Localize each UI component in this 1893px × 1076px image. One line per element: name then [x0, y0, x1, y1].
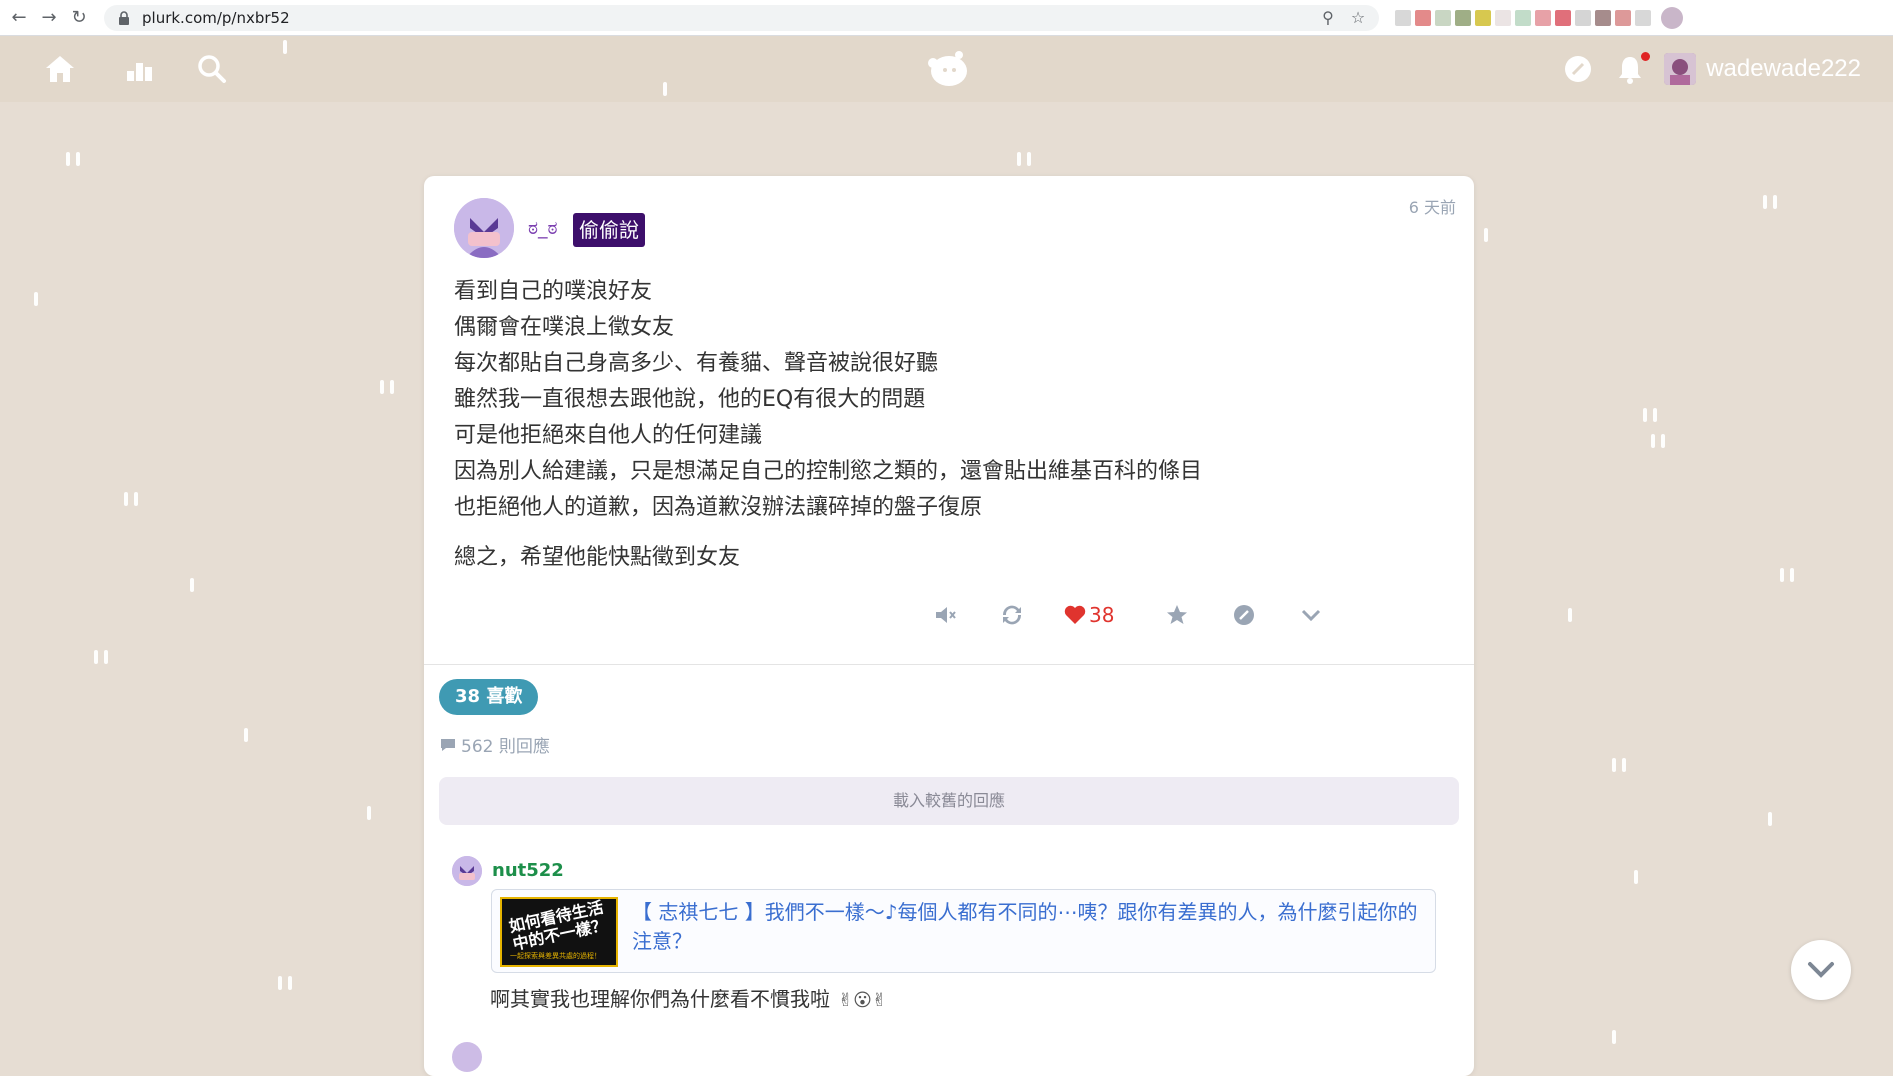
extension-icon[interactable]	[1395, 9, 1411, 26]
post-timestamp: 6 天前	[1408, 198, 1456, 217]
emoticon-icon: ✌😮✌	[838, 990, 887, 1011]
post-line: 每次都貼自己身高多少、有養貓、聲音被說很好聽	[454, 351, 939, 376]
mute-icon[interactable]	[933, 600, 957, 630]
extension-icon[interactable]	[1455, 9, 1471, 26]
post-line: 也拒絕他人的道歉，因為道歉沒辦法讓碎掉的盤子復原	[454, 495, 983, 520]
link-icon[interactable]	[1560, 51, 1596, 87]
post-line: 因為別人給建議，只是想滿足自己的控制慾之類的，還會貼出維基百科的條目	[454, 459, 1203, 484]
post-line: 看到自己的噗浪好友	[454, 279, 653, 304]
address-bar[interactable]: plurk.com/p/nxbr52 ⚲ ☆	[104, 4, 1379, 31]
comment-icon	[441, 738, 455, 751]
response-avatar[interactable]	[452, 856, 482, 886]
bookmark-star-icon[interactable]: ☆	[1349, 8, 1367, 27]
back-icon[interactable]: ←	[8, 7, 30, 29]
response-text: 啊其實我也理解你們為什麼看不慣我啦 ✌😮✌	[490, 983, 887, 1012]
notification-dot	[1641, 52, 1650, 61]
thumbnail-title: 如何看待生活中的不一樣？	[507, 897, 609, 954]
extensions-area	[1395, 9, 1651, 26]
user-avatar	[1664, 53, 1697, 85]
load-older-button[interactable]: 載入較舊的回應	[439, 777, 1459, 825]
home-icon[interactable]	[42, 51, 78, 87]
link-preview-card[interactable]: 如何看待生活中的不一樣？ 一起探索與差異共處的過程！ 【 志祺七七 】我們不一樣…	[491, 889, 1436, 973]
post-avatar[interactable]	[454, 198, 514, 258]
post-line: 可是他拒絕來自他人的任何建議	[454, 423, 763, 448]
extension-icon[interactable]	[1475, 9, 1491, 26]
extension-icon[interactable]	[1635, 9, 1651, 26]
post-line: 偶爾會在噗浪上徵女友	[454, 315, 675, 340]
extension-icon[interactable]	[1435, 9, 1451, 26]
extension-icon[interactable]	[1415, 9, 1431, 26]
heart-icon	[1064, 605, 1086, 624]
user-menu[interactable]: wadewade222	[1664, 51, 1861, 87]
star-icon[interactable]	[1165, 600, 1189, 630]
thumbnail-subtitle: 一起探索與差異共處的過程！	[510, 952, 601, 960]
link-title[interactable]: 【 志祺七七 】我們不一樣～♪每個人都有不同的⋯咦？跟你有差異的人，為什麼引起你…	[632, 898, 1422, 956]
profile-avatar[interactable]	[1661, 6, 1683, 29]
post-content: 看到自己的噗浪好友 偶爾會在噗浪上徵女友 每次都貼自己身高多少、有養貓、聲音被說…	[454, 274, 1414, 576]
response-text-body: 啊其實我也理解你們為什麼看不慣我啦	[490, 987, 830, 1011]
divider	[424, 664, 1474, 665]
stats-icon[interactable]	[122, 51, 158, 87]
response-avatar[interactable]	[452, 1042, 482, 1072]
forward-icon[interactable]: →	[38, 7, 60, 29]
share-icon[interactable]	[1232, 600, 1256, 630]
link-thumbnail: 如何看待生活中的不一樣？ 一起探索與差異共處的過程！	[500, 897, 618, 967]
extension-icon[interactable]	[1595, 9, 1611, 26]
responses-count: 562 則回應	[439, 732, 550, 757]
browser-toolbar: ← → ↻ plurk.com/p/nxbr52 ⚲ ☆	[0, 0, 1893, 36]
lock-icon	[119, 10, 129, 25]
reload-icon[interactable]: ↻	[68, 7, 90, 29]
plurk-logo-icon[interactable]	[924, 48, 970, 90]
url-text: plurk.com/p/nxbr52	[142, 8, 290, 27]
replurk-icon[interactable]	[999, 600, 1025, 630]
post-actions: 38	[424, 600, 1474, 634]
scroll-down-button[interactable]	[1791, 940, 1851, 1000]
zoom-icon[interactable]: ⚲	[1319, 8, 1337, 27]
response-author[interactable]: nut522	[492, 860, 564, 881]
like-count: 38	[1089, 603, 1115, 627]
likes-pill[interactable]: 38 喜歡	[439, 679, 539, 715]
username: wadewade222	[1706, 55, 1861, 82]
post-line: 雖然我一直很想去跟他說，他的EQ有很大的問題	[454, 387, 926, 412]
plurk-card: ಠ_ಠ 偷偷說 6 天前 看到自己的噗浪好友 偶爾會在噗浪上徵女友 每次都貼自己…	[424, 176, 1474, 1076]
extension-icon[interactable]	[1515, 9, 1531, 26]
extension-icon[interactable]	[1575, 9, 1591, 26]
responses-count-text: 562 則回應	[461, 737, 550, 757]
extension-icon[interactable]	[1495, 9, 1511, 26]
chevron-down-icon[interactable]	[1299, 600, 1323, 630]
extension-icon[interactable]	[1555, 9, 1571, 26]
post-line: 總之，希望他能快點徵到女友	[454, 545, 741, 570]
chevron-down-icon	[1808, 962, 1834, 978]
extension-icon[interactable]	[1535, 9, 1551, 26]
like-button[interactable]: 38	[1064, 600, 1114, 630]
post-qualifier: 偷偷說	[573, 213, 645, 247]
extension-icon[interactable]	[1615, 9, 1631, 26]
post-author[interactable]: ಠ_ಠ	[528, 217, 558, 239]
search-icon[interactable]	[194, 51, 230, 87]
